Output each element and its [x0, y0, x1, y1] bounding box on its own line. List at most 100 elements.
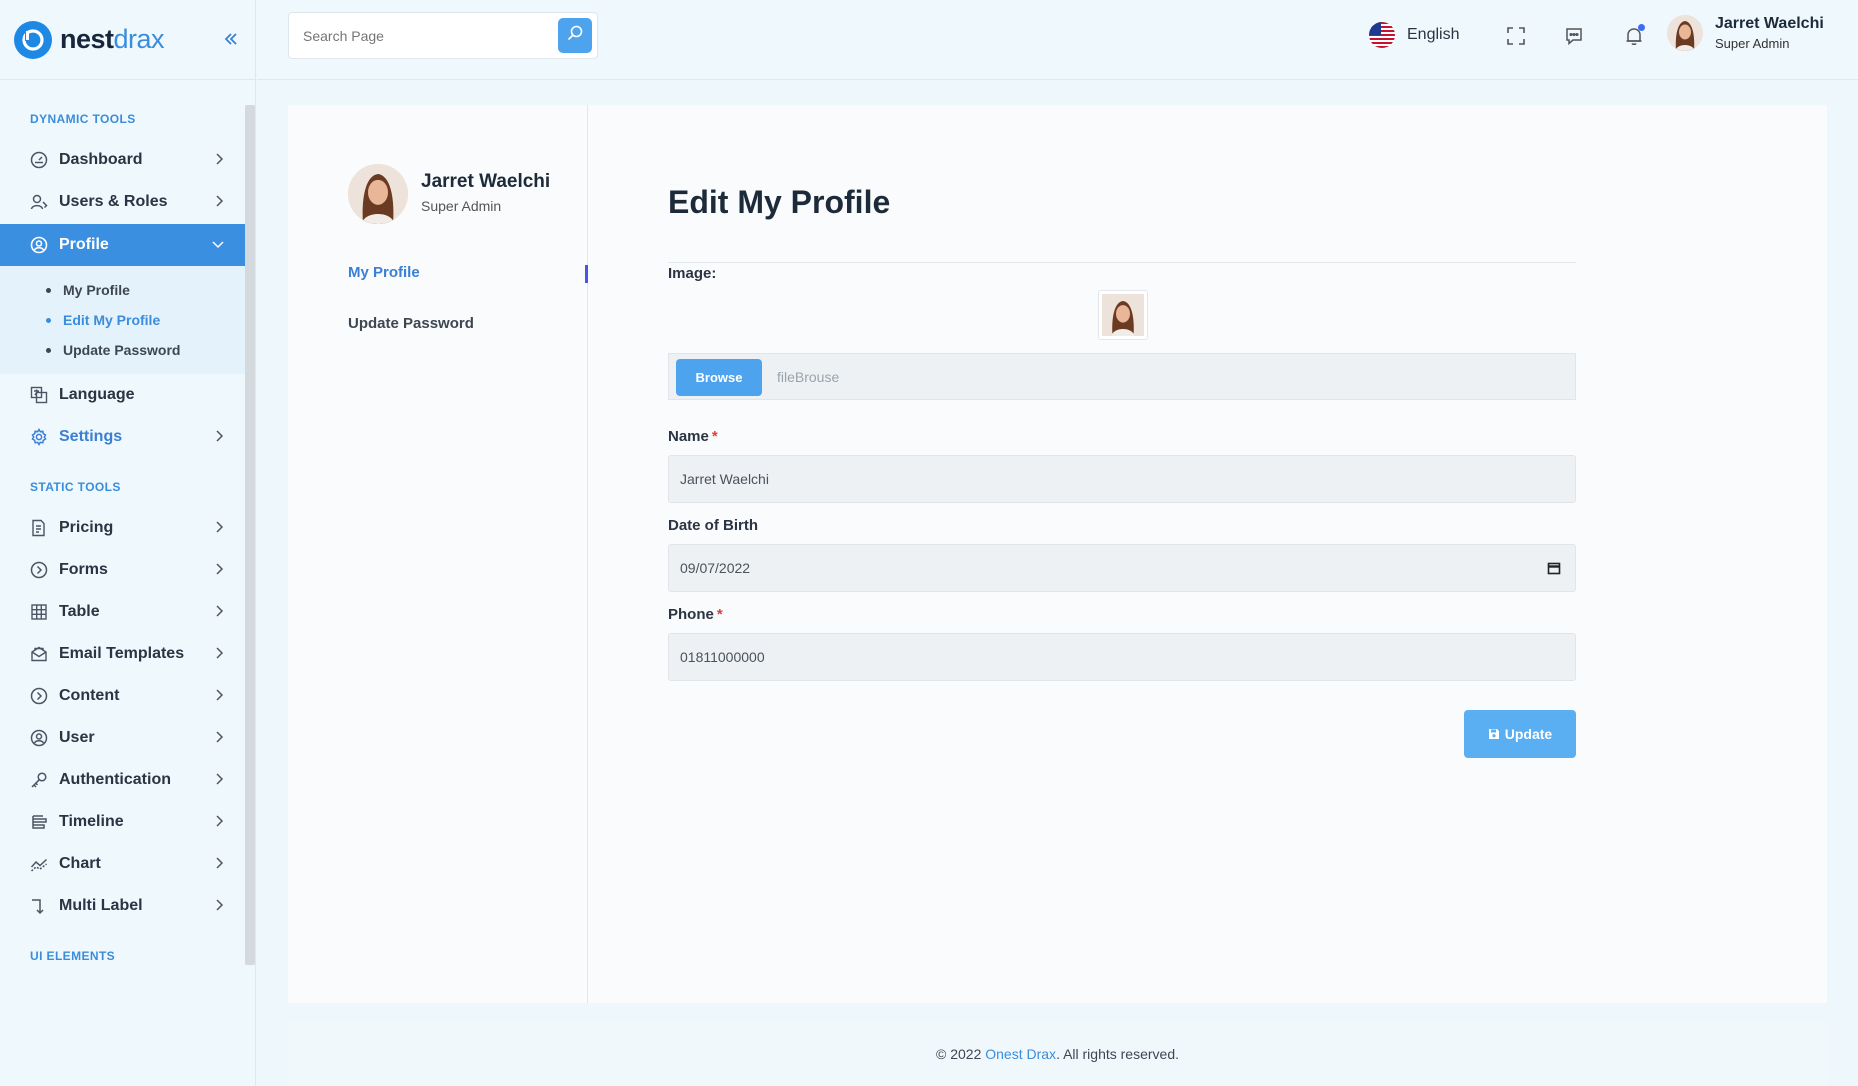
profile-link-update-password[interactable]: Update Password [348, 315, 474, 332]
name-label: Name * [668, 428, 718, 445]
name-input[interactable]: Jarret Waelchi [668, 455, 1576, 503]
chevron-right-icon [213, 772, 225, 791]
header-user-role: Super Admin [1715, 36, 1790, 51]
sidebar-item-user[interactable]: User [0, 717, 245, 759]
profile-link-my-profile[interactable]: My Profile [348, 264, 420, 281]
submenu-item-edit-my-profile[interactable]: Edit My Profile [46, 312, 160, 328]
sidebar-item-profile[interactable]: Profile [0, 224, 245, 266]
sidebar-item-forms[interactable]: Forms [0, 549, 245, 591]
profile-role: Super Admin [421, 198, 502, 214]
submenu-item-label: Edit My Profile [63, 312, 161, 328]
brand[interactable]: nestdrax [0, 0, 255, 80]
sidebar-item-chart[interactable]: Chart [0, 843, 245, 885]
section-title-dynamic: DYNAMIC TOOLS [30, 112, 136, 126]
avatar [1667, 15, 1703, 51]
chevron-down-icon [211, 237, 225, 255]
sidebar-item-users-roles[interactable]: Users & Roles [0, 181, 245, 223]
divider [668, 262, 1576, 263]
footer-suffix: . All rights reserved. [1056, 1046, 1179, 1062]
language-selector[interactable]: English [1369, 22, 1459, 48]
chevron-right-icon [213, 688, 225, 707]
image-label: Image: [668, 265, 717, 282]
footer: © 2022 Onest Drax. All rights reserved. [288, 1022, 1827, 1086]
sidebar-item-content[interactable]: Content [0, 675, 245, 717]
brand-logo-icon [14, 20, 52, 59]
chevron-right-icon [213, 152, 225, 171]
chevron-right-icon [213, 814, 225, 833]
chevron-right-icon [213, 856, 225, 875]
submenu-item-label: Update Password [63, 342, 181, 358]
brand-name: nestdrax [60, 24, 165, 55]
dob-label: Date of Birth [668, 517, 758, 534]
chevron-right-icon [213, 562, 225, 581]
sidebar-item-label: Chart [59, 855, 101, 872]
file-upload-field[interactable]: Browse fileBrouse [668, 353, 1576, 400]
avatar [348, 164, 408, 224]
bullet-icon [46, 317, 51, 323]
phone-label-text: Phone [668, 606, 714, 623]
profile-sidebar: Jarret Waelchi Super Admin My Profile Up… [288, 105, 588, 1003]
chevron-right-icon [213, 898, 225, 917]
notification-bell-icon[interactable] [1622, 24, 1646, 48]
brand-name-bold: nest [60, 24, 114, 54]
section-title-ui: UI ELEMENTS [30, 949, 116, 963]
phone-input[interactable]: 01811000000 [668, 633, 1576, 681]
chevron-right-icon [213, 520, 225, 539]
sidebar-item-pricing[interactable]: Pricing [0, 507, 245, 549]
footer-link[interactable]: Onest Drax [985, 1046, 1056, 1062]
email-icon [29, 644, 49, 664]
name-value: Jarret Waelchi [680, 471, 769, 487]
chevron-right-icon [213, 604, 225, 623]
sidebar-item-label: Profile [59, 236, 109, 253]
save-icon [1488, 729, 1499, 739]
file-name-placeholder: fileBrouse [777, 369, 840, 385]
calendar-icon[interactable] [1547, 561, 1561, 575]
sidebar-item-authentication[interactable]: Authentication [0, 759, 245, 801]
browse-button[interactable]: Browse [676, 359, 762, 396]
required-mark: * [711, 428, 718, 445]
required-mark: * [716, 606, 723, 623]
chevron-right-icon [213, 730, 225, 749]
sidebar-item-language[interactable]: Language [0, 374, 245, 416]
update-button[interactable]: Update [1464, 710, 1576, 758]
sidebar-item-label: Users & Roles [59, 193, 168, 210]
sidebar-item-label: User [59, 729, 95, 746]
search-input[interactable] [303, 23, 543, 49]
sidebar-scrollbar[interactable] [245, 105, 255, 965]
circle-chevron-icon [29, 686, 49, 706]
name-label-text: Name [668, 428, 709, 445]
sidebar-item-timeline[interactable]: Timeline [0, 801, 245, 843]
fullscreen-icon[interactable] [1504, 24, 1528, 48]
chevron-right-icon [213, 194, 225, 213]
brand-name-light: drax [113, 24, 165, 54]
sidebar-item-multi-label[interactable]: Multi Label [0, 885, 245, 927]
header-user-name: Jarret Waelchi [1715, 15, 1824, 32]
circle-chevron-icon [29, 560, 49, 580]
sidebar-item-email-templates[interactable]: Email Templates [0, 633, 245, 675]
submenu-item-update-password[interactable]: Update Password [46, 342, 180, 358]
sidebar-item-table[interactable]: Table [0, 591, 245, 633]
submenu-item-my-profile[interactable]: My Profile [46, 282, 130, 298]
gear-icon [29, 427, 49, 447]
sidebar-item-label: Timeline [59, 813, 124, 830]
sidebar-item-label: Dashboard [59, 151, 143, 168]
key-icon [29, 770, 49, 790]
sidebar-item-settings[interactable]: Settings [0, 416, 245, 458]
search-button[interactable] [558, 18, 592, 53]
update-label: Update [1504, 726, 1553, 742]
date-of-birth-input[interactable]: 09/07/2022 [668, 544, 1576, 592]
notification-badge [1638, 24, 1645, 31]
page-title: Edit My Profile [668, 184, 891, 220]
sidebar-item-label: Authentication [59, 771, 171, 788]
sidebar-item-label: Table [59, 603, 100, 620]
avatar [1102, 294, 1144, 336]
us-flag-icon [1369, 22, 1395, 48]
phone-value: 01811000000 [680, 649, 765, 665]
active-link-indicator [585, 265, 588, 283]
sidebar-item-label: Multi Label [59, 897, 143, 914]
chat-icon[interactable] [1563, 24, 1587, 48]
header-user-menu[interactable]: Jarret Waelchi Super Admin [1667, 15, 1824, 51]
sidebar-item-dashboard[interactable]: Dashboard [0, 139, 245, 181]
profile-circle-icon [29, 235, 49, 255]
collapse-sidebar-icon[interactable] [222, 30, 240, 54]
